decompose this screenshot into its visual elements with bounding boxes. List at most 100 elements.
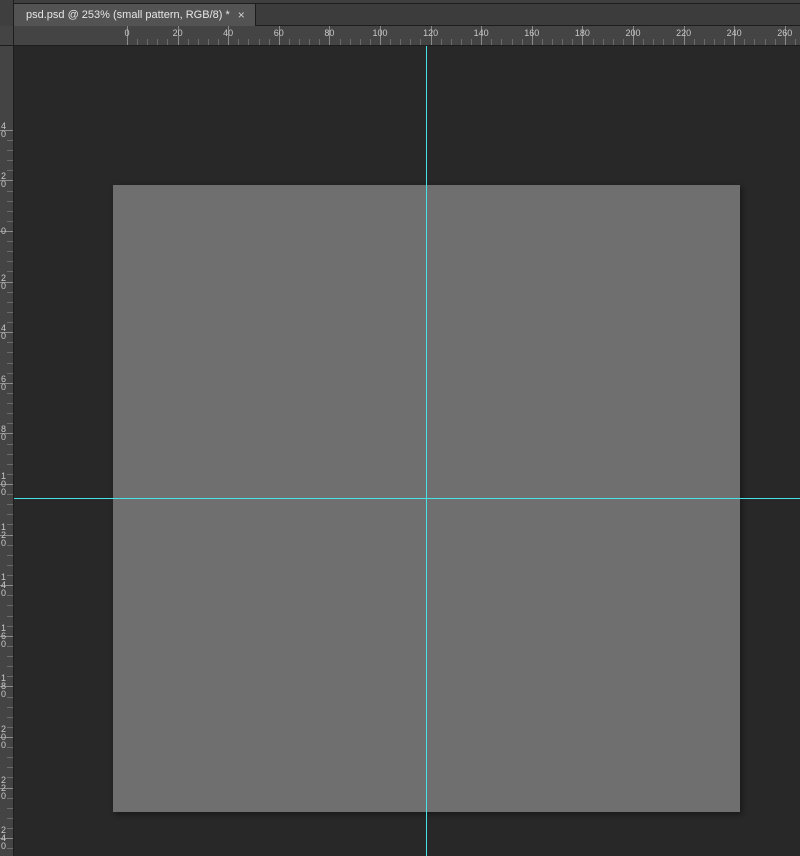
ruler-h-minor-tick <box>491 39 492 45</box>
ruler-h-label: 260 <box>777 28 792 38</box>
ruler-v-minor-tick <box>7 757 13 758</box>
ruler-h-minor-tick <box>299 39 300 45</box>
ruler-h-minor-tick <box>390 39 391 45</box>
ruler-v-minor-tick <box>7 423 13 424</box>
ruler-h-minor-tick <box>289 39 290 45</box>
ruler-v-minor-tick <box>7 292 13 293</box>
ruler-v-minor-tick <box>7 818 13 819</box>
ruler-h-minor-tick <box>420 39 421 45</box>
guide-horizontal[interactable] <box>14 498 800 499</box>
document-tab-title: psd.psd @ 253% (small pattern, RGB/8) * <box>26 9 230 21</box>
ruler-v-minor-tick <box>7 211 13 212</box>
ruler-h-minor-tick <box>461 39 462 45</box>
ruler-v-minor-tick <box>7 747 13 748</box>
ruler-v-minor-tick <box>7 373 13 374</box>
close-icon[interactable]: × <box>238 9 245 21</box>
ruler-h-minor-tick <box>552 39 553 45</box>
ruler-v-label: 8 0 <box>1 425 11 441</box>
ruler-v-minor-tick <box>7 251 13 252</box>
ruler-h-minor-tick <box>350 39 351 45</box>
ruler-h-minor-tick <box>269 39 270 45</box>
ruler-h-label: 200 <box>625 28 640 38</box>
ruler-h-minor-tick <box>218 39 219 45</box>
ruler-h-minor-tick <box>157 39 158 45</box>
ruler-h-minor-tick <box>562 39 563 45</box>
ruler-h-minor-tick <box>775 39 776 45</box>
ruler-h-label: 0 <box>124 28 129 38</box>
ruler-h-minor-tick <box>613 39 614 45</box>
ruler-v-minor-tick <box>7 666 13 667</box>
ruler-h-minor-tick <box>593 39 594 45</box>
ruler-h-minor-tick <box>410 39 411 45</box>
ruler-v-minor-tick <box>7 221 13 222</box>
ruler-v-label: 1 2 0 <box>1 523 11 547</box>
ruler-v-minor-tick <box>7 514 13 515</box>
ruler-h-minor-tick <box>795 39 796 45</box>
ruler-h-minor-tick <box>400 39 401 45</box>
ruler-h-label: 220 <box>676 28 691 38</box>
ruler-v-minor-tick <box>7 393 13 394</box>
ruler-h-minor-tick <box>754 39 755 45</box>
ruler-h-minor-tick <box>167 39 168 45</box>
ruler-v-label: 2 0 <box>1 274 11 290</box>
ruler-h-minor-tick <box>340 39 341 45</box>
ruler-v-label: 2 0 0 <box>1 725 11 749</box>
ruler-v-minor-tick <box>7 707 13 708</box>
ruler-h-minor-tick <box>765 39 766 45</box>
guide-vertical[interactable] <box>426 46 427 856</box>
ruler-v-minor-tick <box>7 555 13 556</box>
ruler-h-label: 80 <box>324 28 334 38</box>
ruler-h-minor-tick <box>248 39 249 45</box>
ruler-v-label: 6 0 <box>1 375 11 391</box>
ruler-h-label: 240 <box>727 28 742 38</box>
ruler-v-label: 2 2 0 <box>1 776 11 800</box>
ruler-h-minor-tick <box>542 39 543 45</box>
ruler-h-minor-tick <box>522 39 523 45</box>
ruler-v-minor-tick <box>7 170 13 171</box>
ruler-v-minor-tick <box>7 848 13 849</box>
ruler-horizontal[interactable]: 020406080100120140160180200220240260 <box>14 26 800 46</box>
ruler-h-label: 160 <box>524 28 539 38</box>
ruler-v-label: 2 0 <box>1 172 11 188</box>
ruler-v-label: 4 0 <box>1 324 11 340</box>
ruler-h-minor-tick <box>208 39 209 45</box>
ruler-h-minor-tick <box>572 39 573 45</box>
ruler-v-minor-tick <box>7 150 13 151</box>
ruler-h-minor-tick <box>309 39 310 45</box>
document-tab[interactable]: psd.psd @ 253% (small pattern, RGB/8) * … <box>14 4 256 26</box>
ruler-v-minor-tick <box>7 798 13 799</box>
ruler-h-label: 20 <box>173 28 183 38</box>
ruler-h-minor-tick <box>603 39 604 45</box>
ruler-v-minor-tick <box>7 342 13 343</box>
ruler-v-minor-tick <box>7 191 13 192</box>
ruler-v-minor-tick <box>7 616 13 617</box>
ruler-h-minor-tick <box>471 39 472 45</box>
ruler-origin-corner[interactable] <box>0 26 14 46</box>
ruler-h-minor-tick <box>370 39 371 45</box>
ruler-v-label: 1 4 0 <box>1 573 11 597</box>
ruler-v-minor-tick <box>7 201 13 202</box>
ruler-v-minor-tick <box>7 261 13 262</box>
ruler-vertical[interactable]: 4 02 002 04 06 08 01 0 01 2 01 4 01 6 01… <box>0 46 14 856</box>
ruler-v-minor-tick <box>7 767 13 768</box>
ruler-v-minor-tick <box>7 271 13 272</box>
ruler-v-minor-tick <box>7 646 13 647</box>
ruler-h-label: 140 <box>474 28 489 38</box>
ruler-v-minor-tick <box>7 302 13 303</box>
ruler-h-minor-tick <box>441 39 442 45</box>
canvas-area[interactable] <box>14 46 800 856</box>
ruler-v-minor-tick <box>7 605 13 606</box>
ruler-v-minor-tick <box>7 241 13 242</box>
ruler-h-minor-tick <box>744 39 745 45</box>
ruler-v-minor-tick <box>7 494 13 495</box>
ruler-h-minor-tick <box>137 39 138 45</box>
ruler-v-minor-tick <box>7 565 13 566</box>
ruler-v-minor-tick <box>7 656 13 657</box>
ruler-v-minor-tick <box>7 363 13 364</box>
ruler-h-minor-tick <box>238 39 239 45</box>
ruler-h-minor-tick <box>673 39 674 45</box>
ruler-h-minor-tick <box>451 39 452 45</box>
ruler-h-minor-tick <box>319 39 320 45</box>
ruler-h-minor-tick <box>512 39 513 45</box>
ruler-h-minor-tick <box>643 39 644 45</box>
